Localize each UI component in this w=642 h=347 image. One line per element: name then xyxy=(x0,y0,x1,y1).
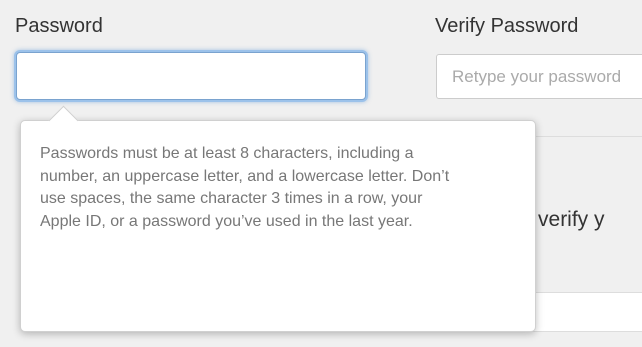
password-requirements-text: Passwords must be at least 8 characters,… xyxy=(40,145,450,230)
password-requirements-tooltip: Passwords must be at least 8 characters,… xyxy=(20,120,536,332)
password-label: Password xyxy=(15,15,103,37)
password-form-page: Password Verify Password us verify y Pas… xyxy=(0,0,642,347)
verify-password-label: Verify Password xyxy=(435,15,579,37)
verify-password-field[interactable] xyxy=(436,54,642,99)
password-field[interactable] xyxy=(16,52,366,100)
